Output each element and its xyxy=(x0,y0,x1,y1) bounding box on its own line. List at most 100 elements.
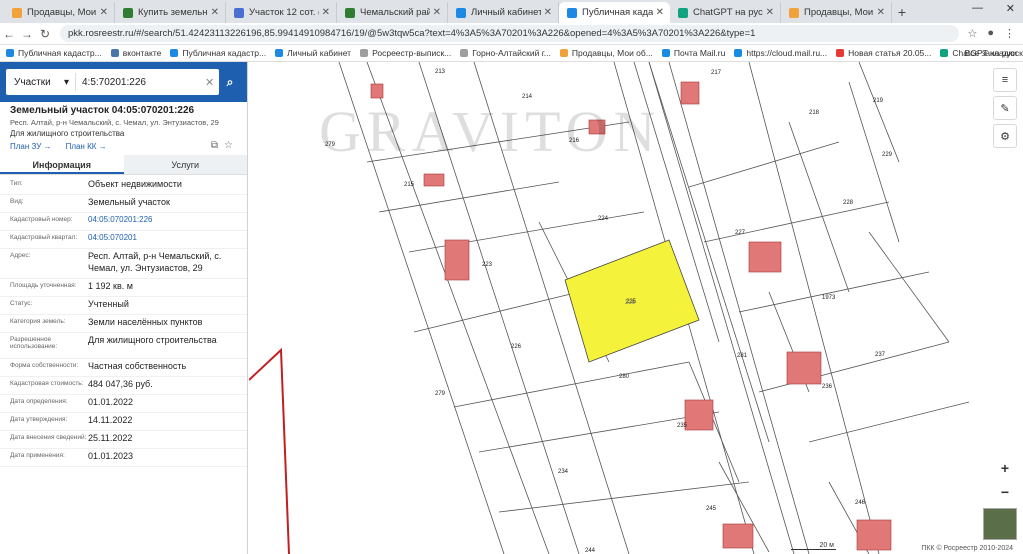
search-icon[interactable]: ⌕ xyxy=(219,75,241,90)
browser-tab[interactable]: ChatGPT на русском✕ xyxy=(670,2,781,23)
parcel-number-label: 215 xyxy=(404,182,415,188)
bookmark-favicon-icon xyxy=(460,49,469,57)
minimize-icon[interactable]: — xyxy=(972,2,983,14)
attribute-value[interactable]: 04:05:070201:226 xyxy=(88,213,239,230)
attribute-row: Категория земель: Земли населённых пункто… xyxy=(0,315,247,333)
bookmark-item[interactable]: Публичная кадастр... xyxy=(170,48,266,58)
parcel-number-label: 234 xyxy=(558,469,569,475)
search-type-select[interactable]: Участки ▾ xyxy=(6,73,76,91)
bookmark-item[interactable]: Новая статья 20.05... xyxy=(836,48,931,58)
attribute-key: Статус: xyxy=(10,300,33,307)
cadastral-map[interactable]: 213 214 217 219 218 279 216 229 215 224 228 227 223 2… xyxy=(249,62,1023,554)
parcel-boundary-line xyxy=(453,361,690,408)
browser-tab[interactable]: Участок 12 сот. (ИЖС) в✕ xyxy=(226,2,337,23)
clear-icon[interactable]: ✕ xyxy=(205,76,219,89)
attribute-row: Площадь уточненная: 1 192 кв. м xyxy=(0,279,247,297)
bookmark-item[interactable]: вконтакте xyxy=(110,48,162,58)
copy-icon[interactable]: ⧉ xyxy=(211,140,218,151)
attribute-key: Кадастровая стоимость: xyxy=(10,380,84,387)
plan-kk-link[interactable]: План КК → xyxy=(66,142,107,151)
favorite-icon[interactable]: ☆ xyxy=(224,140,233,151)
building-footprint xyxy=(370,83,384,99)
back-icon[interactable]: ← xyxy=(0,27,18,41)
tab-info[interactable]: Информация xyxy=(0,155,124,174)
layers-icon[interactable]: ≡ xyxy=(993,68,1017,92)
bookmark-item[interactable]: Личный кабинет xyxy=(275,48,351,58)
attribute-list: Тип: Объект недвижимости Вид: Земельный уча… xyxy=(0,175,247,467)
attribute-value[interactable]: 04:05:070201 xyxy=(88,231,239,248)
bookmark-item[interactable]: https://cloud.mail.ru... xyxy=(734,48,827,58)
attribute-value: Земельный участок xyxy=(88,197,170,207)
browser-tab[interactable]: Чемальский район — 2✕ xyxy=(337,2,448,23)
parcel-number-label: 213 xyxy=(435,69,446,75)
tab-title: Продавцы, Мои объекты xyxy=(27,7,97,18)
reload-icon[interactable]: ↻ xyxy=(36,27,54,41)
building-footprint xyxy=(680,81,700,105)
building-footprint xyxy=(722,523,754,549)
bookmark-item[interactable]: Горно-Алтайский г... xyxy=(460,48,551,58)
forward-icon[interactable]: → xyxy=(18,27,36,41)
bookmark-item[interactable]: Продавцы, Мои об... xyxy=(559,48,653,58)
attribute-row: Вид: Земельный участок xyxy=(0,195,247,213)
bookmark-item[interactable]: Росреестр-выписк... xyxy=(360,48,451,58)
url-text: pkk.rosreestr.ru/#/search/51.42423113226… xyxy=(68,28,756,39)
search-input[interactable]: 4:5:70201:226 xyxy=(76,77,205,88)
parcel-boundary-line xyxy=(478,411,720,453)
parcel-boundary-line xyxy=(788,121,850,293)
tab-favicon-icon xyxy=(123,7,133,18)
building-footprint xyxy=(856,519,892,551)
plan-zu-link[interactable]: План ЗУ → xyxy=(10,142,52,151)
attribute-row: Дата утверждения: 14.11.2022 xyxy=(0,413,247,431)
tab-close-icon[interactable]: ✕ xyxy=(766,7,774,18)
tab-close-icon[interactable]: ✕ xyxy=(211,7,219,18)
parcel-number-label: 226 xyxy=(511,344,522,350)
bookmark-item[interactable]: Почта Mail.ru xyxy=(661,48,725,58)
attribute-value: Респ. Алтай, р-н Чемальский, с. Чемал, у… xyxy=(88,251,222,273)
cadastral-boundary-line xyxy=(249,347,290,554)
all-bookmarks-link[interactable]: Все закладки xyxy=(964,48,1017,58)
attribute-row: Адрес: Респ. Алтай, р-н Чемальский, с. Че… xyxy=(0,249,247,279)
parcel-number-label: 280 xyxy=(619,374,630,380)
close-window-icon[interactable]: ✕ xyxy=(1006,2,1015,15)
parcel-number-label: 279 xyxy=(435,391,446,397)
bookmark-label: вконтакте xyxy=(122,48,162,58)
attribute-key: Разрешенное использование: xyxy=(10,336,58,350)
tab-title: Публичная кадастровая xyxy=(582,7,653,18)
new-tab-button[interactable]: + xyxy=(892,2,912,23)
tab-close-icon[interactable]: ✕ xyxy=(100,7,108,18)
bookmark-favicon-icon xyxy=(836,49,845,57)
basemap-switcher[interactable] xyxy=(983,508,1017,540)
bookmark-favicon-icon xyxy=(661,49,670,57)
star-icon[interactable]: ☆ xyxy=(967,27,977,40)
tab-close-icon[interactable]: ✕ xyxy=(544,7,552,18)
tab-close-icon[interactable]: ✕ xyxy=(322,7,330,18)
browser-tab[interactable]: Продавцы, Мои объекты✕ xyxy=(4,2,115,23)
tab-services[interactable]: Услуги xyxy=(123,155,247,174)
browser-tab[interactable]: Купить земельный участок✕ xyxy=(115,2,226,23)
profile-icon[interactable]: ● xyxy=(987,27,994,40)
parcel-number-label: 228 xyxy=(843,200,854,206)
ruler-icon[interactable]: ✎ xyxy=(993,96,1017,120)
attribute-value: Земли населённых пунктов xyxy=(88,317,203,327)
zoom-out-button[interactable]: − xyxy=(995,482,1015,502)
url-field[interactable]: pkk.rosreestr.ru/#/search/51.42423113226… xyxy=(60,25,960,42)
tab-close-icon[interactable]: ✕ xyxy=(433,7,441,18)
attribute-value: 01.01.2023 xyxy=(88,451,134,461)
attribute-key: Дата определения: xyxy=(10,398,68,405)
tab-close-icon[interactable]: ✕ xyxy=(656,7,664,18)
parcel-number-label: 217 xyxy=(711,70,722,76)
attribute-value: 1 192 кв. м xyxy=(88,281,133,291)
tab-title: Продавцы, Мои объекты xyxy=(804,7,874,18)
bookmark-label: Публичная кадастр... xyxy=(18,48,102,58)
browser-tab[interactable]: Личный кабинет ✕ xyxy=(448,2,559,23)
building-footprint xyxy=(684,399,714,431)
settings-icon[interactable]: ⚙ xyxy=(993,124,1017,148)
browser-tab[interactable]: Публичная кадастровая✕ xyxy=(559,2,670,23)
tab-close-icon[interactable]: ✕ xyxy=(877,7,885,18)
browser-tab[interactable]: Продавцы, Мои объекты✕ xyxy=(781,2,892,23)
bookmark-item[interactable]: Публичная кадастр... xyxy=(6,48,102,58)
zoom-in-button[interactable]: + xyxy=(995,458,1015,478)
parcel-number-label: 219 xyxy=(873,98,884,104)
menu-icon[interactable]: ⋮ xyxy=(1004,27,1015,40)
attribute-row: Разрешенное использование: Для жилищного … xyxy=(0,333,247,359)
